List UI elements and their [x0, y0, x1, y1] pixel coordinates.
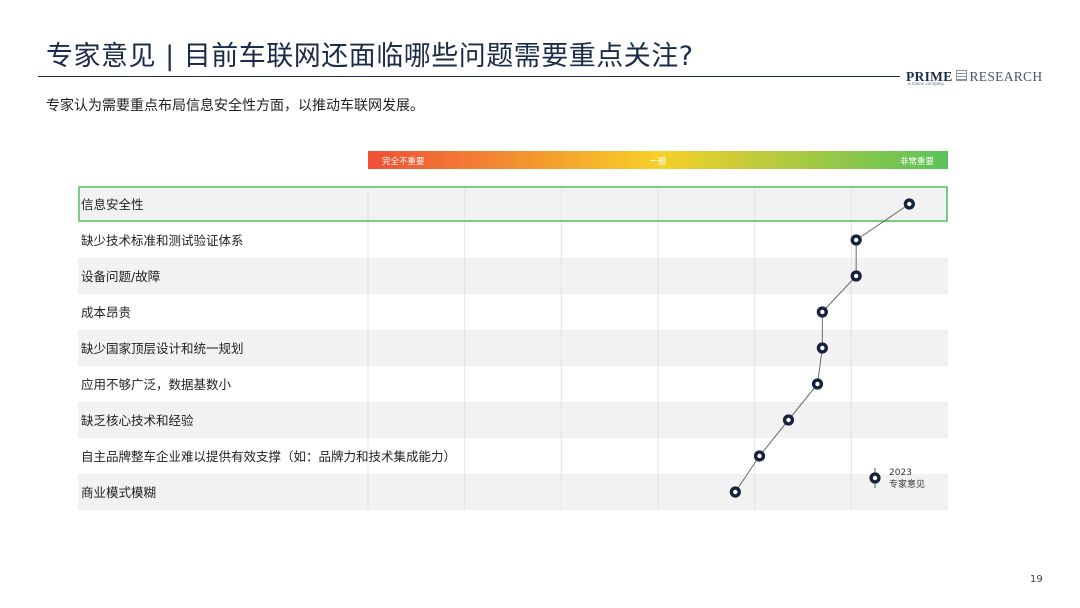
data-point-center: [757, 453, 762, 459]
data-point-center: [853, 273, 859, 279]
category-label: 缺少国家顶层设计和统一规划: [81, 341, 244, 356]
data-point-center: [786, 417, 791, 423]
data-point-center: [815, 381, 820, 387]
data-point-center: [733, 489, 738, 495]
row-band: [78, 258, 948, 294]
category-label: 商业模式模糊: [81, 485, 156, 500]
legend-label: 专家意见: [889, 478, 925, 490]
scale-label-low: 完全不重要: [382, 156, 425, 167]
category-label: 设备问题/故障: [81, 269, 160, 284]
scale-label-high: 非常重要: [900, 156, 935, 167]
category-label: 成本昂贵: [81, 305, 131, 320]
category-label: 缺少技术标准和测试验证体系: [81, 233, 244, 248]
scale-label-mid: 一般: [649, 156, 667, 167]
data-point-center: [853, 237, 859, 243]
data-point-center: [820, 345, 825, 351]
importance-chart: 完全不重要 一般 非常重要信息安全性缺少技术标准和测试验证体系设备问题/故障成本昂贵…: [78, 151, 948, 510]
legend-year: 2023: [889, 468, 912, 478]
category-label: 信息安全性: [81, 197, 144, 212]
legend-marker-center: [872, 475, 878, 481]
category-label: 缺乏核心技术和经验: [81, 413, 194, 428]
data-point-center: [907, 201, 912, 207]
row-band: [78, 402, 948, 438]
category-label: 应用不够广泛，数据基数小: [81, 377, 232, 392]
data-point-center: [820, 309, 825, 315]
page-number: 19: [1030, 574, 1043, 585]
category-label: 自主品牌整车企业难以提供有效支撑（如：品牌力和技术集成能力）: [81, 449, 456, 464]
row-band: [78, 186, 948, 222]
row-band: [78, 474, 948, 510]
